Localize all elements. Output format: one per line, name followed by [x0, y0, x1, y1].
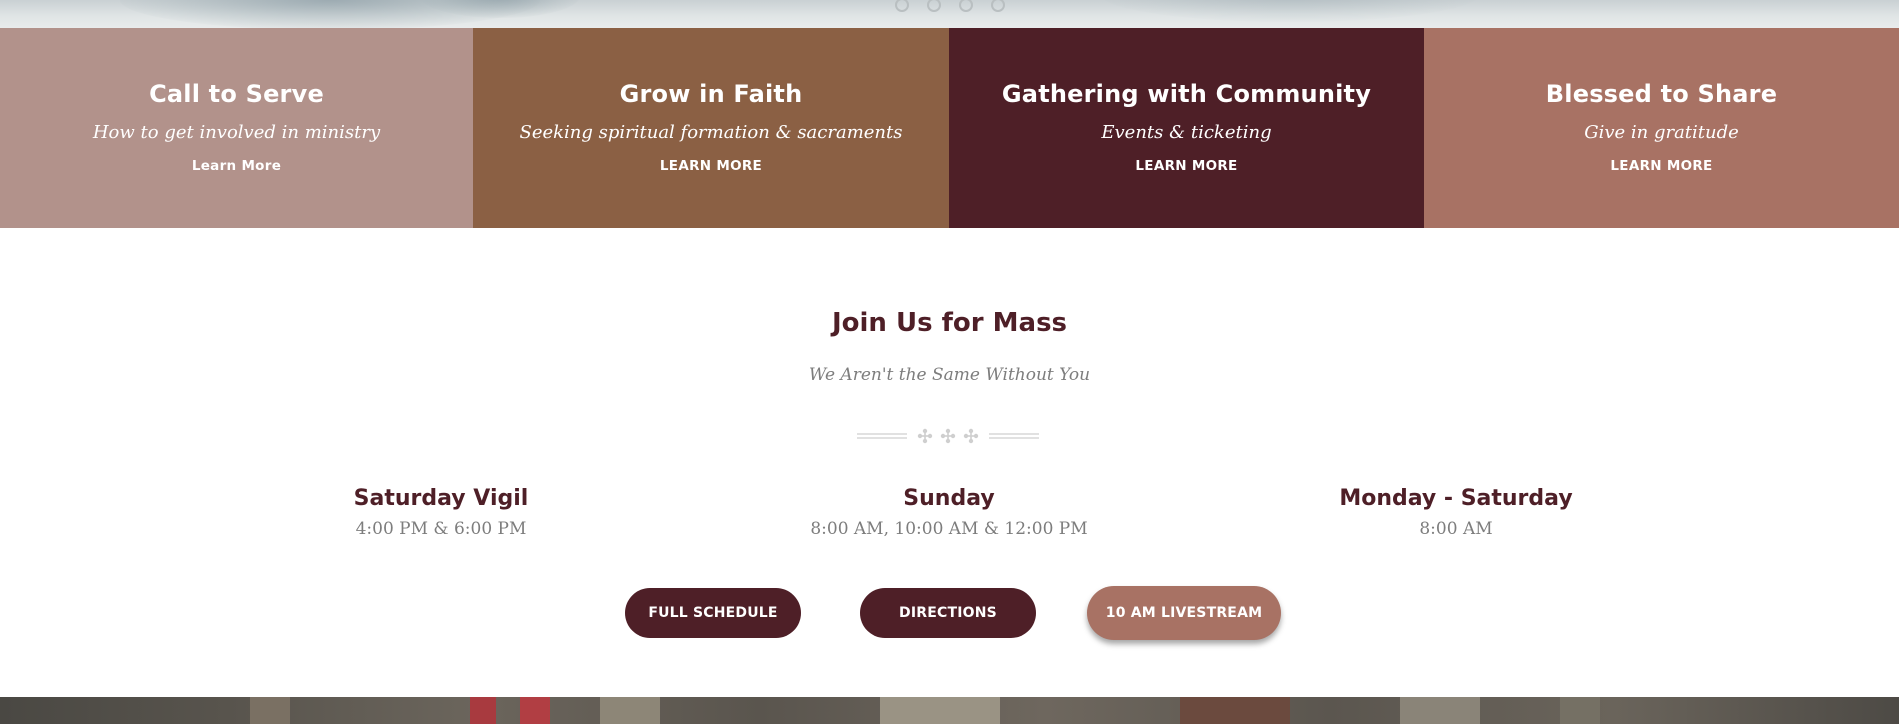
tile-call-to-serve[interactable]: Call to Serve How to get involved in min…	[0, 28, 473, 228]
slider-dot[interactable]	[894, 0, 909, 12]
section-subtitle: We Aren't the Same Without You	[808, 365, 1091, 385]
next-section-image-strip	[0, 697, 1899, 724]
learn-more-link[interactable]: LEARN MORE	[660, 158, 762, 174]
tile-grow-in-faith[interactable]: Grow in Faith Seeking spiritual formatio…	[473, 28, 949, 228]
tile-gathering-with-community[interactable]: Gathering with Community Events & ticket…	[949, 28, 1424, 228]
tile-title: Grow in Faith	[619, 80, 803, 108]
schedule-times: 8:00 AM	[1419, 519, 1493, 539]
schedule-sunday: Sunday 8:00 AM, 10:00 AM & 12:00 PM	[789, 486, 1109, 539]
full-schedule-button[interactable]: FULL SCHEDULE	[625, 588, 801, 638]
schedule-times: 8:00 AM, 10:00 AM & 12:00 PM	[810, 519, 1088, 539]
schedule-heading: Sunday	[903, 486, 995, 511]
slider-dot[interactable]	[926, 0, 941, 12]
tile-subtitle: Give in gratitude	[1584, 121, 1739, 143]
learn-more-link[interactable]: LEARN MORE	[1610, 158, 1712, 174]
section-title: Join Us for Mass	[831, 308, 1068, 338]
directions-button[interactable]: DIRECTIONS	[860, 588, 1036, 638]
livestream-button[interactable]: 10 AM LIVESTREAM	[1087, 586, 1281, 640]
slider-dot[interactable]	[990, 0, 1005, 12]
schedule-heading: Saturday Vigil	[353, 486, 529, 511]
tile-subtitle: How to get involved in ministry	[92, 121, 381, 143]
tile-subtitle: Seeking spiritual formation & sacraments	[519, 121, 903, 143]
ornament-divider	[857, 428, 1039, 444]
tile-title: Call to Serve	[149, 80, 324, 108]
tile-title: Blessed to Share	[1545, 80, 1778, 108]
schedule-saturday-vigil: Saturday Vigil 4:00 PM & 6:00 PM	[281, 486, 601, 539]
schedule-times: 4:00 PM & 6:00 PM	[355, 519, 527, 539]
mass-section: Join Us for Mass We Aren't the Same With…	[0, 228, 1899, 697]
slider-dots	[894, 0, 1005, 12]
slider-dot[interactable]	[958, 0, 973, 12]
schedule-monday-saturday: Monday - Saturday 8:00 AM	[1296, 486, 1616, 539]
hero-image-strip	[0, 0, 1899, 28]
tile-blessed-to-share[interactable]: Blessed to Share Give in gratitude LEARN…	[1424, 28, 1899, 228]
feature-tiles: Call to Serve How to get involved in min…	[0, 28, 1899, 228]
learn-more-link[interactable]: LEARN MORE	[1135, 158, 1237, 174]
tile-title: Gathering with Community	[1001, 80, 1372, 108]
tile-subtitle: Events & ticketing	[1101, 121, 1272, 143]
schedule-heading: Monday - Saturday	[1339, 486, 1573, 511]
learn-more-link[interactable]: Learn More	[192, 158, 281, 174]
